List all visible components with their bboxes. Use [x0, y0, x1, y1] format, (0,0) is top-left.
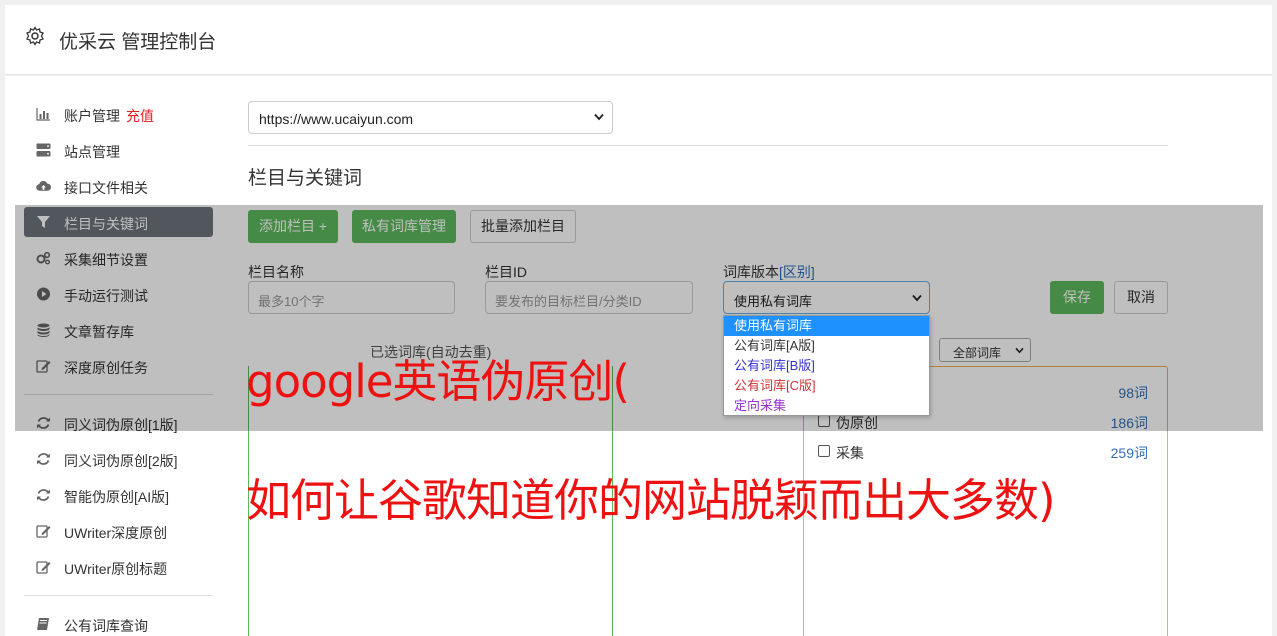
cancel-button[interactable]: 取消 — [1114, 281, 1168, 314]
server-icon — [36, 143, 51, 157]
column-id-label: 栏目ID — [485, 264, 527, 280]
column-id-placeholder: 要发布的目标栏目/分类ID — [495, 294, 642, 309]
private-dict-button[interactable]: 私有词库管理 — [352, 210, 456, 243]
dict-version-text: 词库版本 — [723, 264, 779, 280]
site-select[interactable]: https://www.ucaiyun.com — [248, 101, 613, 134]
add-column-button[interactable]: 添加栏目 + — [248, 210, 338, 243]
sidebar-item-uwriter-deep[interactable]: UWriter深度原创 — [24, 516, 213, 546]
sidebar-item-ai-rewrite[interactable]: 智能伪原创[AI版] — [24, 480, 213, 510]
sidebar-item-label: 站点管理 — [64, 144, 120, 160]
library-name: 采集 — [836, 445, 864, 461]
sidebar-item-label: 同义词伪原创[2版] — [64, 453, 178, 469]
column-name-placeholder: 最多10个字 — [258, 294, 325, 309]
sidebar-item-label: 接口文件相关 — [64, 180, 148, 196]
dropdown-option[interactable]: 公有词库[B版] — [724, 356, 929, 376]
sidebar-item-label: 同义词伪原创[1版] — [64, 417, 178, 433]
library-count-link[interactable]: 98词 — [1118, 383, 1148, 403]
sidebar-item-label: UWriter深度原创 — [64, 525, 168, 541]
library-checkbox[interactable] — [818, 415, 830, 427]
sidebar-item-label: 采集细节设置 — [64, 252, 148, 268]
overlay-title-line1: google英语伪原创( — [246, 355, 630, 408]
sidebar-item-synonym-v2[interactable]: 同义词伪原创[2版] — [24, 444, 213, 474]
sidebar-divider — [24, 595, 213, 596]
database-icon — [37, 323, 50, 337]
edit-icon — [36, 525, 51, 538]
sidebar-item-label: 文章暂存库 — [64, 324, 134, 340]
library-filter-select[interactable]: 全部词库 — [939, 338, 1031, 362]
refresh-icon — [37, 453, 50, 465]
sidebar-item-deep-rewrite-task[interactable]: 深度原创任务 — [24, 351, 213, 381]
site-select-value: https://www.ucaiyun.com — [259, 111, 414, 127]
book-icon — [37, 618, 49, 630]
sidebar-item-label: 深度原创任务 — [64, 360, 148, 376]
dict-version-label: 词库版本[区别] — [723, 262, 815, 282]
sidebar-item-sites[interactable]: 站点管理 — [24, 135, 213, 165]
dict-version-select[interactable]: 使用私有词库 — [723, 281, 930, 314]
dropdown-option[interactable]: 公有词库[A版] — [724, 336, 929, 356]
library-row[interactable]: 采集 259词 — [818, 442, 1148, 462]
sidebar-item-synonym-v1[interactable]: 同义词伪原创[1版] — [24, 408, 213, 438]
batch-add-button[interactable]: 批量添加栏目 — [470, 210, 576, 243]
sidebar-item-label: 公有词库查询 — [64, 618, 148, 634]
section-title: 栏目与关键词 — [248, 168, 363, 189]
sidebar-item-article-store[interactable]: 文章暂存库 — [24, 315, 213, 345]
divider — [248, 145, 1168, 146]
dict-version-dropdown[interactable]: 使用私有词库 公有词库[A版] 公有词库[B版] 公有词库[C版] 定向采集 — [723, 315, 930, 416]
library-count-link[interactable]: 259词 — [1111, 443, 1148, 463]
chevron-down-icon — [594, 113, 604, 121]
library-count-link[interactable]: 186词 — [1111, 413, 1148, 433]
chevron-down-icon — [912, 294, 922, 302]
column-id-input[interactable]: 要发布的目标栏目/分类ID — [485, 281, 693, 314]
library-name: 伪原创 — [836, 415, 878, 431]
sidebar-divider — [24, 394, 213, 395]
sidebar-item-manual-run[interactable]: 手动运行测试 — [24, 279, 213, 309]
edit-icon — [36, 561, 51, 574]
recharge-link[interactable]: 充值 — [126, 108, 154, 124]
refresh-icon — [37, 417, 50, 429]
sidebar-item-label: 账户管理 — [64, 108, 120, 124]
sidebar-item-public-dict[interactable]: 公有词库查询 — [24, 609, 213, 636]
gears-icon — [36, 251, 51, 265]
refresh-icon — [37, 489, 50, 501]
app-title: 优采云 管理控制台 — [59, 32, 217, 53]
sidebar-item-label: 智能伪原创[AI版] — [64, 489, 170, 505]
sidebar-item-uwriter-title[interactable]: UWriter原创标题 — [24, 552, 213, 582]
dropdown-option[interactable]: 使用私有词库 — [724, 316, 929, 336]
sidebar-item-columns[interactable]: 栏目与关键词 — [24, 207, 213, 237]
sidebar-item-interface[interactable]: 接口文件相关 — [24, 171, 213, 201]
sidebar-item-account[interactable]: 账户管理 充值 — [24, 99, 213, 129]
sidebar-item-collect-settings[interactable]: 采集细节设置 — [24, 243, 213, 273]
app-header: 优采云 管理控制台 — [5, 5, 1272, 75]
save-button[interactable]: 保存 — [1050, 281, 1104, 314]
cloud-upload-icon — [36, 181, 51, 191]
dict-version-value: 使用私有词库 — [734, 294, 813, 309]
dict-difference-link[interactable]: [区别] — [779, 264, 815, 280]
column-name-label: 栏目名称 — [248, 264, 304, 280]
dropdown-option[interactable]: 定向采集 — [724, 396, 929, 416]
chevron-down-icon — [1015, 347, 1024, 354]
play-circle-icon — [37, 287, 50, 301]
sidebar-item-label: 手动运行测试 — [64, 288, 148, 304]
overlay-title-line2: 如何让谷歌知道你的网站脱颖而出大多数) — [246, 474, 1056, 527]
column-name-input[interactable]: 最多10个字 — [248, 281, 455, 314]
gear-icon — [26, 26, 44, 46]
library-checkbox[interactable] — [818, 445, 830, 457]
sidebar-item-label: 栏目与关键词 — [64, 216, 148, 232]
dropdown-option[interactable]: 公有词库[C版] — [724, 376, 929, 396]
library-filter-value: 全部词库 — [953, 346, 1002, 360]
bar-chart-icon — [36, 108, 50, 121]
filter-icon — [37, 216, 50, 228]
sidebar-item-label: UWriter原创标题 — [64, 561, 168, 577]
edit-icon — [36, 360, 51, 373]
